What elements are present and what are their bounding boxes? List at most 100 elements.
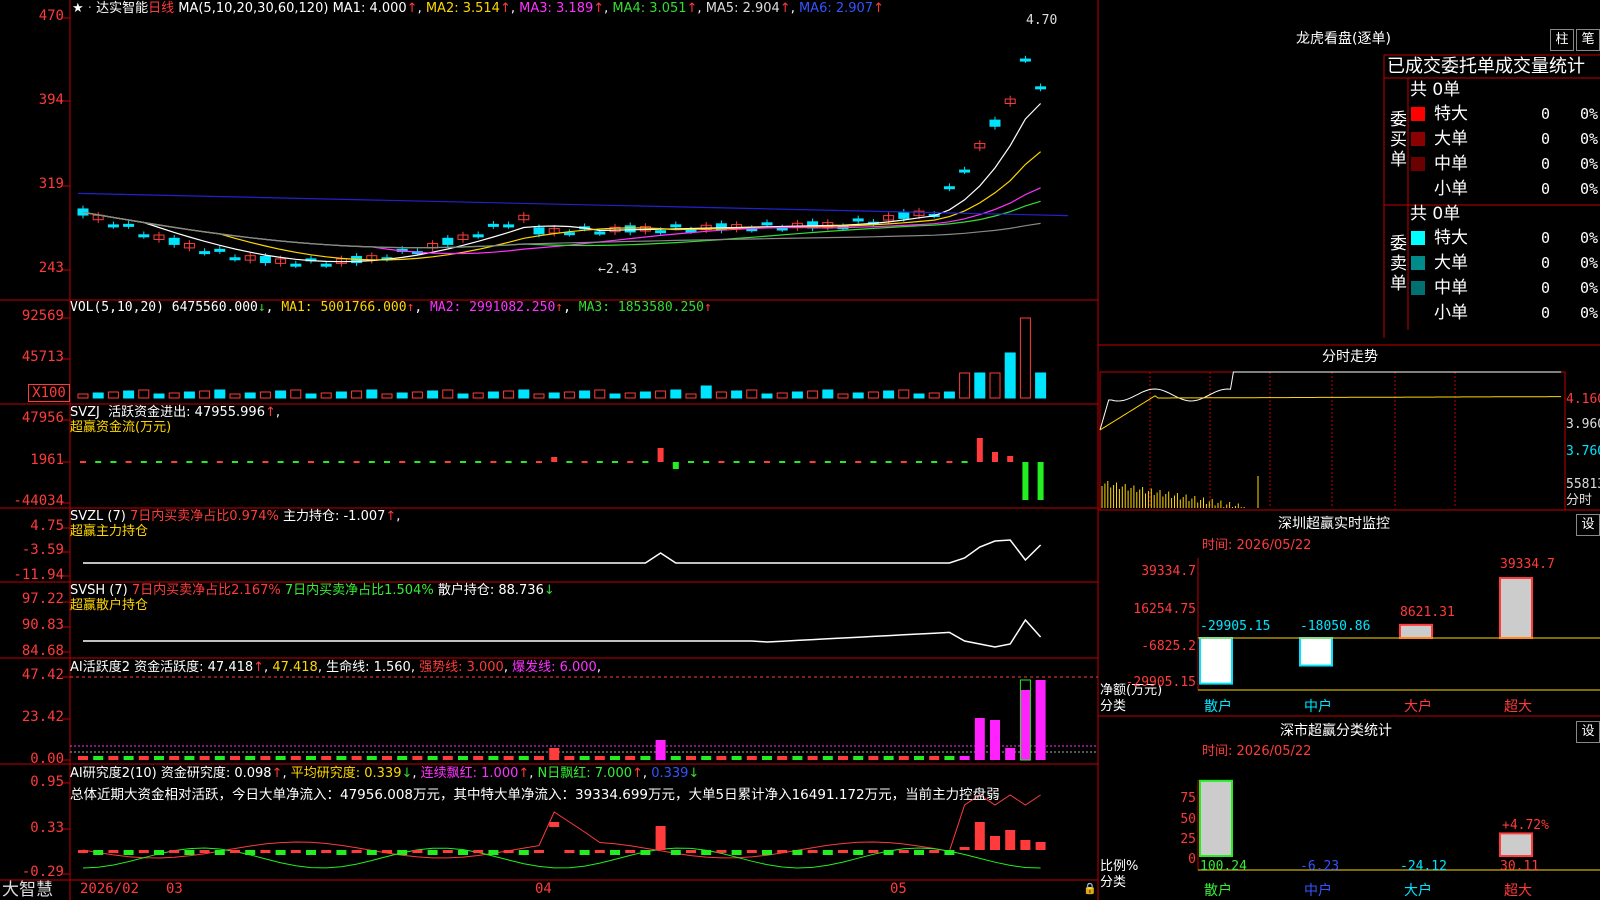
svzl-tick-1: 4.75	[30, 518, 64, 534]
svzj-bar	[627, 461, 634, 463]
ai-research-bar	[1035, 842, 1046, 850]
sz-bar-label: -29905.15	[1200, 619, 1271, 634]
buy-color-swatch	[1411, 157, 1425, 171]
sz-settings-button[interactable]: 设	[1576, 514, 1600, 536]
svzj-bar	[338, 461, 345, 463]
vol-ma2: MA2: 2991082.250	[430, 300, 556, 315]
ai-active-bar	[868, 756, 879, 760]
date-label-4: 05	[890, 881, 907, 897]
class-category[interactable]: 大户	[1404, 884, 1432, 898]
svzl-subtitle: 超赢主力持仓	[70, 524, 149, 539]
buy-row-name: 小单	[1434, 179, 1468, 199]
period-label[interactable]: 日线	[148, 1, 174, 16]
sell-row-pct: 0%	[1580, 279, 1599, 297]
candle-body	[898, 211, 910, 219]
svzj-bar	[536, 461, 542, 463]
class-tick: 75	[1180, 791, 1196, 806]
ai-active-bar	[929, 756, 940, 760]
volume-bar	[442, 389, 454, 399]
buy-row-name: 大单	[1434, 129, 1468, 149]
ai-research-bar	[93, 850, 104, 855]
column-mode-button[interactable]: 柱	[1550, 29, 1574, 51]
volume-bar	[77, 393, 89, 399]
volume-bar	[761, 393, 773, 399]
volume-bar	[396, 392, 408, 399]
volume-bar	[989, 372, 1001, 399]
volume-bar	[1019, 317, 1031, 399]
ai-research-bar	[306, 850, 316, 855]
candle-body	[959, 169, 971, 173]
volume-bar	[214, 389, 226, 399]
candle-body	[594, 231, 606, 235]
svsh-tick-1: 97.22	[21, 591, 64, 607]
ai-active-bar	[184, 756, 195, 760]
svzj-bar	[262, 461, 269, 463]
intraday-title[interactable]: 分时走势	[1322, 350, 1378, 364]
svzj-tick-1: 47956	[21, 410, 64, 426]
ai-active-bar	[686, 756, 696, 760]
chart-canvas[interactable]	[0, 0, 1600, 900]
lock-icon[interactable]: 🔒	[1083, 882, 1097, 896]
svzj-bar	[384, 461, 390, 463]
class-category[interactable]: 中户	[1304, 884, 1332, 898]
candle-body	[320, 263, 332, 267]
volume-bar	[320, 392, 332, 399]
svzj-bar	[429, 461, 436, 463]
class-settings-button[interactable]: 设	[1576, 721, 1600, 743]
volume-bar	[959, 372, 971, 399]
ai-research-bar	[214, 850, 225, 855]
volume-bar	[183, 391, 195, 399]
ai-research-bar	[245, 850, 256, 855]
svzj-bar	[946, 461, 953, 463]
candle-body	[168, 237, 180, 245]
brand-logo[interactable]: 大智慧	[2, 880, 53, 900]
intraday-tick-2: 3.960	[1566, 417, 1600, 432]
ai-life-line: 生命线: 1.560	[326, 660, 411, 675]
class-category[interactable]: 散户	[1204, 884, 1232, 898]
ai-research-bar	[640, 850, 651, 855]
sz-category[interactable]: 散户	[1204, 700, 1232, 714]
buy-row-pct: 0%	[1580, 130, 1599, 148]
svzj-value: 活跃资金进出: 47955.996	[108, 405, 265, 420]
class-category[interactable]: 超大	[1504, 884, 1532, 898]
ai-research-bar	[777, 850, 788, 853]
sz-category[interactable]: 超大	[1504, 700, 1532, 714]
stats-title: 已成交委托单成交量统计	[1387, 56, 1585, 77]
volume-bar	[913, 393, 925, 399]
sz-category[interactable]: 中户	[1304, 700, 1332, 714]
ai-research-n-red: N日飘红: 7.000	[537, 766, 633, 781]
svzj-bar	[566, 461, 573, 463]
ai-active-bar	[336, 756, 347, 760]
vol-unit-badge[interactable]: X100	[28, 384, 70, 402]
ma1-line	[82, 103, 1042, 263]
vol-ma3: MA3: 1853580.250	[578, 300, 704, 315]
vol-tick-2: 45713	[21, 349, 64, 365]
candle-body	[123, 223, 135, 227]
ai-active-value-2: 47.418	[272, 660, 318, 675]
star-icon[interactable]: ★	[72, 1, 84, 16]
ai-active-bar	[230, 756, 240, 760]
svzj-bar	[992, 452, 998, 462]
volume-bar	[548, 392, 560, 399]
class-bar-label: -24.12	[1400, 859, 1447, 874]
volume-bar	[533, 393, 545, 399]
svzj-bar	[201, 461, 208, 463]
svzj-bar	[323, 461, 330, 463]
class-bar-label: -6.23	[1300, 859, 1340, 874]
class-bar-label: 100.24	[1200, 859, 1247, 874]
sz-category[interactable]: 大户	[1404, 700, 1432, 714]
sz-time: 时间: 2026/05/22	[1202, 538, 1312, 553]
ai-research-bar	[716, 850, 727, 853]
ai-active-bar	[93, 756, 104, 760]
ai-active-bar	[822, 756, 833, 760]
ai-active-bar	[245, 756, 256, 760]
ma-settings-icon[interactable]: ·	[88, 1, 92, 16]
ai-active-bar	[898, 756, 909, 760]
volume-bar	[168, 392, 180, 399]
svzj-bar	[292, 461, 299, 463]
volume-bar	[259, 391, 271, 399]
ai-research-bar	[169, 850, 180, 853]
tick-mode-button[interactable]: 笔	[1576, 29, 1600, 51]
svzj-bar	[581, 461, 588, 463]
ai-research-bar	[898, 850, 909, 853]
